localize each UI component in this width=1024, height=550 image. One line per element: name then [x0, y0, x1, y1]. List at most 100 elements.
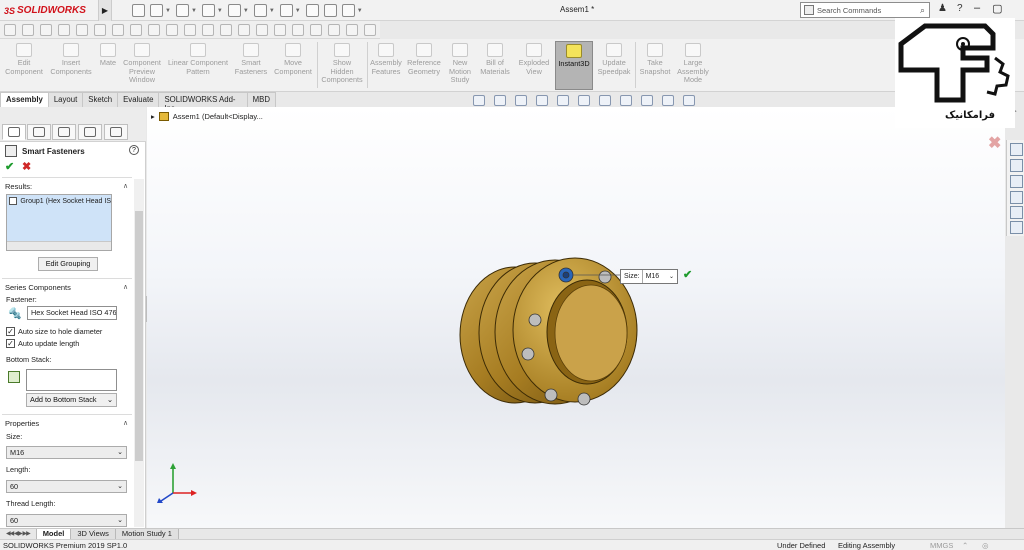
tab-sketch[interactable]: Sketch — [82, 92, 119, 107]
options-gear-icon[interactable] — [341, 4, 355, 17]
rebuild-status-icon[interactable]: ◎ — [982, 541, 989, 550]
tool-icon[interactable] — [166, 23, 178, 36]
tool-icon[interactable] — [364, 23, 376, 36]
tab-evaluate[interactable]: Evaluate — [117, 92, 160, 107]
solidworks-logo[interactable]: 3S SOLIDWORKS — [4, 3, 86, 18]
smart-fasteners-button[interactable]: Smart Fasteners — [233, 43, 269, 76]
checkbox-box[interactable]: ✓ — [6, 339, 15, 348]
design-library-icon[interactable] — [1010, 159, 1023, 172]
assembly-features-button[interactable]: Assembly Features — [369, 43, 403, 76]
size-select[interactable]: M16 ⌄ — [6, 446, 127, 459]
file-explorer-icon[interactable] — [1010, 175, 1023, 188]
dimxpert-tab[interactable] — [78, 124, 102, 140]
configuration-tab[interactable] — [52, 124, 76, 140]
flyout-feature-tree[interactable]: ▸ Assem1 (Default<Display... — [151, 112, 263, 121]
undo-icon[interactable] — [253, 4, 267, 17]
appearances-icon[interactable] — [1010, 206, 1023, 219]
display-manager-tab[interactable] — [104, 124, 128, 140]
search-scope-icon[interactable] — [804, 5, 814, 15]
tool-icon[interactable] — [76, 23, 88, 36]
select-arrow-icon[interactable] — [279, 4, 293, 17]
custom-properties-icon[interactable] — [1010, 221, 1023, 234]
length-select[interactable]: 60 ⌄ — [6, 480, 127, 493]
restore-icon[interactable]: ▢ — [992, 2, 1002, 15]
previous-view-icon[interactable] — [515, 95, 527, 106]
linear-pattern-button[interactable]: Linear Component Pattern — [166, 43, 230, 76]
show-hidden-button[interactable]: Show Hidden Components — [320, 43, 364, 85]
popup-ok-check-icon[interactable]: ✔ — [683, 268, 692, 281]
tool-icon[interactable] — [328, 23, 340, 36]
tool-icon[interactable] — [274, 23, 286, 36]
edit-appearance-icon[interactable] — [641, 95, 653, 106]
edit-component-button[interactable]: Edit Component — [3, 43, 45, 76]
tab-nav-arrows-icon[interactable]: ◀◀ ◀ ▶ ▶▶ — [4, 529, 32, 539]
move-component-button[interactable]: Move Component — [272, 43, 314, 76]
file-properties-icon[interactable] — [323, 4, 337, 17]
minimize-icon[interactable]: – — [974, 2, 980, 15]
mate-button[interactable]: Mate — [97, 43, 119, 68]
view-settings-icon[interactable] — [683, 95, 695, 106]
property-manager-tab[interactable] — [27, 124, 51, 140]
apply-scene-icon[interactable] — [662, 95, 674, 106]
rebuild-icon[interactable] — [305, 4, 319, 17]
collapse-icon[interactable]: ∧ — [123, 182, 128, 190]
collapse-icon[interactable]: ∧ — [123, 283, 128, 291]
new-document-icon[interactable] — [150, 4, 163, 17]
take-snapshot-button[interactable]: Take Snapshot — [638, 43, 672, 76]
tab-addins[interactable]: SOLIDWORKS Add-Ins — [158, 92, 248, 113]
print-icon[interactable] — [227, 4, 241, 17]
help-icon[interactable]: ? — [957, 3, 963, 14]
insert-components-button[interactable]: Insert Components — [48, 43, 94, 76]
tool-icon[interactable] — [292, 23, 304, 36]
cancel-x-icon[interactable]: ✖ — [22, 160, 31, 173]
tool-icon[interactable] — [4, 23, 16, 36]
ok-check-icon[interactable]: ✔ — [5, 160, 14, 173]
checkbox-box[interactable]: ✓ — [6, 327, 15, 336]
exploded-view-button[interactable]: Exploded View — [516, 43, 552, 76]
tab-layout[interactable]: Layout — [47, 92, 84, 107]
add-bottom-stack-select[interactable]: Add to Bottom Stack ⌄ — [26, 393, 117, 407]
instant3d-button[interactable]: Instant3D — [555, 41, 593, 90]
tool-icon[interactable] — [58, 23, 70, 36]
results-group-header[interactable]: Results: — [5, 182, 32, 191]
tool-icon[interactable] — [310, 23, 322, 36]
tool-icon[interactable] — [256, 23, 268, 36]
feature-tree-tab[interactable] — [2, 124, 26, 140]
help-icon[interactable]: ? — [129, 145, 139, 155]
view-orientation-icon[interactable] — [578, 95, 590, 106]
fastener-field[interactable]: Hex Socket Head ISO 4762 — [27, 306, 117, 320]
menu-expand-arrow-icon[interactable]: ▶ — [98, 0, 112, 21]
popup-size-value[interactable]: M16 — [643, 270, 669, 283]
bottom-stack-list[interactable] — [26, 369, 117, 391]
zoom-area-icon[interactable] — [494, 95, 506, 106]
reference-geometry-button[interactable]: Reference Geometry — [405, 43, 443, 76]
auto-update-checkbox[interactable]: ✓ Auto update length — [6, 339, 79, 348]
horizontal-scrollbar[interactable] — [7, 241, 111, 250]
size-popup[interactable]: Size: M16 ⌄ — [620, 269, 678, 284]
display-style-icon[interactable] — [599, 95, 611, 106]
scroll-thumb[interactable] — [135, 211, 143, 461]
hide-show-icon[interactable] — [620, 95, 632, 106]
tab-assembly[interactable]: Assembly — [0, 92, 49, 107]
tool-icon[interactable] — [94, 23, 106, 36]
tool-icon[interactable] — [40, 23, 52, 36]
edit-grouping-button[interactable]: Edit Grouping — [38, 257, 98, 271]
tab-mbd[interactable]: MBD — [246, 92, 276, 107]
home-icon[interactable] — [132, 4, 145, 17]
tree-root-label[interactable]: Assem1 (Default<Display... — [173, 112, 263, 121]
new-motion-study-button[interactable]: New Motion Study — [446, 43, 474, 85]
search-icon[interactable]: ⌕ — [920, 5, 925, 16]
tool-icon[interactable] — [184, 23, 196, 36]
search-commands-input[interactable]: Search Commands ⌕ — [800, 2, 930, 18]
tool-icon[interactable] — [148, 23, 160, 36]
tool-icon[interactable] — [220, 23, 232, 36]
open-icon[interactable] — [175, 4, 189, 17]
list-item[interactable]: Group1 (Hex Socket Head IS — [9, 197, 111, 205]
panel-scrollbar[interactable] — [134, 179, 144, 527]
update-speedpak-button[interactable]: Update Speedpak — [596, 43, 632, 76]
series-components-header[interactable]: Series Components — [5, 283, 71, 292]
collapse-icon[interactable]: ∧ — [123, 419, 128, 427]
properties-header[interactable]: Properties — [5, 419, 39, 428]
tool-icon[interactable] — [346, 23, 358, 36]
bill-of-materials-button[interactable]: Bill of Materials — [477, 43, 513, 76]
